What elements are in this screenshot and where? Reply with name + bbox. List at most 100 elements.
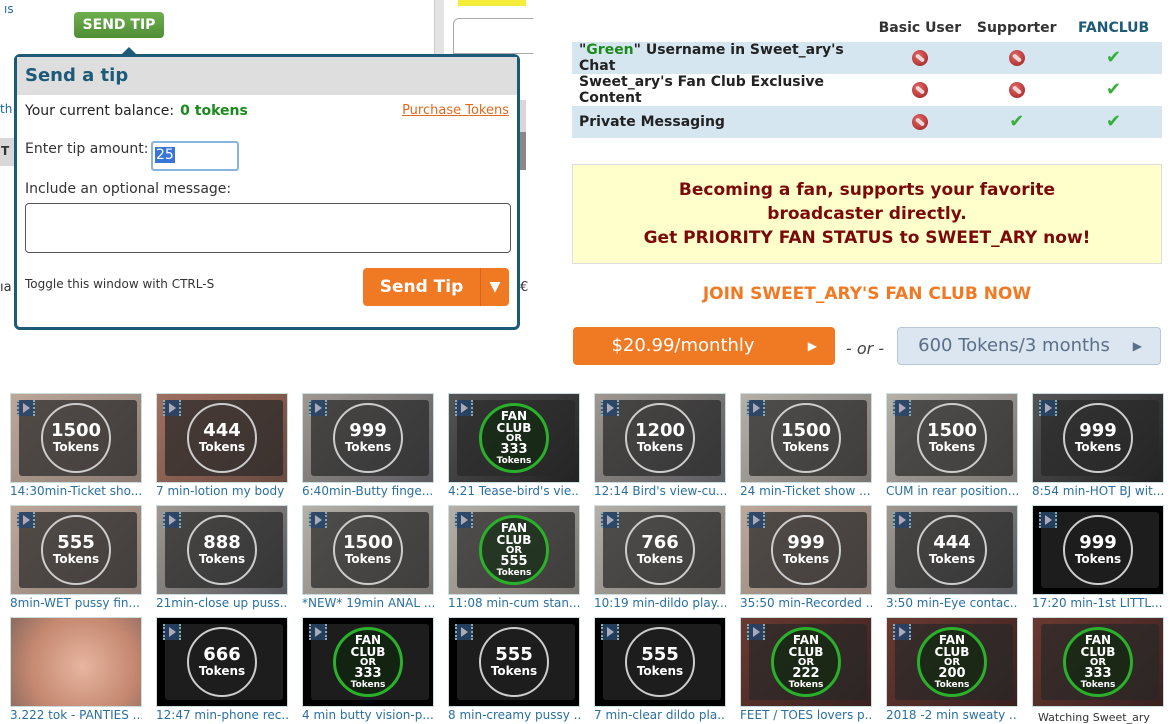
token-price-badge: 555 Tokens <box>625 627 695 697</box>
video-item[interactable]: FAN CLUB OR 333 Tokens 4 min butty vision-p..… <box>302 617 434 722</box>
send-tip-button[interactable]: Send Tip ▼ <box>363 268 509 306</box>
purchase-tokens-link[interactable]: Purchase Tokens <box>402 103 509 118</box>
video-item[interactable]: 999 Tokens 17:20 min-1st LITTL... <box>1032 505 1164 610</box>
video-item[interactable]: 999 Tokens 8:54 min-HOT BJ wit... <box>1032 393 1164 498</box>
video-thumbnail[interactable]: FAN CLUB OR 222 Tokens <box>740 617 872 707</box>
video-title[interactable]: 10:19 min-dildo play... <box>594 596 726 610</box>
video-thumbnail[interactable]: 999 Tokens <box>1032 393 1164 483</box>
checkmark-icon: ✔ <box>1106 47 1122 68</box>
video-thumbnail[interactable]: 1500 Tokens <box>10 393 142 483</box>
video-item[interactable]: 999 Tokens 6:40min-Butty finge... <box>302 393 434 498</box>
video-title[interactable]: 8:54 min-HOT BJ wit... <box>1032 484 1164 498</box>
video-thumbnail[interactable]: 555 Tokens <box>594 617 726 707</box>
tokens-price-label[interactable]: 600 Tokens/3 months <box>898 328 1130 364</box>
badge-tokens-label: Tokens <box>782 552 830 566</box>
video-item[interactable]: FAN CLUB OR 333 Tokens Watching Sweet_ary <box>1032 617 1164 724</box>
video-item[interactable]: 555 Tokens 8min-WET pussy fin... <box>10 505 142 610</box>
video-thumbnail[interactable]: 1500 Tokens <box>886 393 1018 483</box>
tokens-subscription-button[interactable]: 600 Tokens/3 months ▶ <box>897 327 1161 365</box>
video-title[interactable]: 35:50 min-Recorded ... <box>740 596 872 610</box>
video-title[interactable]: 11:08 min-cum stan... <box>448 596 580 610</box>
video-play-icon <box>17 512 35 528</box>
video-item[interactable]: 666 Tokens 12:47 min-phone rec... <box>156 617 288 722</box>
video-play-icon <box>1039 400 1057 416</box>
dropdown-caret-icon[interactable]: ▼ <box>481 268 509 306</box>
token-price-badge: 999 Tokens <box>333 403 403 473</box>
video-thumbnail[interactable]: 1500 Tokens <box>740 393 872 483</box>
video-title[interactable]: 24 min-Ticket show ... <box>740 484 872 498</box>
hover-tooltip: Watching Sweet_ary <box>1038 711 1150 724</box>
video-title[interactable]: 21min-close up puss... <box>156 596 288 610</box>
video-thumbnail[interactable]: FAN CLUB OR 333 Tokens <box>448 393 580 483</box>
video-item[interactable]: FAN CLUB OR 333 Tokens 4:21 Tease-bird's vie.… <box>448 393 580 498</box>
video-title[interactable]: *NEW* 19min ANAL ... <box>302 596 434 610</box>
video-thumbnail[interactable]: FAN CLUB OR 200 Tokens <box>886 617 1018 707</box>
video-thumbnail[interactable]: 999 Tokens <box>1032 505 1164 595</box>
badge-price: 1500 <box>342 532 394 553</box>
video-item[interactable]: FAN CLUB OR 555 Tokens 11:08 min-cum stan... <box>448 505 580 610</box>
video-item[interactable]: 1200 Tokens 12:14 Bird's view-cu... <box>594 393 726 498</box>
video-thumbnail[interactable]: FAN CLUB OR 555 Tokens <box>448 505 580 595</box>
token-price-badge: 444 Tokens <box>917 515 987 585</box>
video-item[interactable]: 444 Tokens 7 min-lotion my body <box>156 393 288 498</box>
video-item[interactable]: 1500 Tokens 14:30min-Ticket sho... <box>10 393 142 498</box>
video-thumbnail[interactable]: 1500 Tokens <box>302 505 434 595</box>
tip-amount-input[interactable]: 25 <box>151 141 239 171</box>
video-title[interactable]: 6:40min-Butty finge... <box>302 484 434 498</box>
video-item[interactable]: FAN CLUB OR 222 Tokens FEET / TOES lovers p..… <box>740 617 872 722</box>
video-title[interactable]: 4:21 Tease-bird's vie... <box>448 484 580 498</box>
video-play-icon <box>747 624 765 640</box>
video-title[interactable]: CUM in rear position... <box>886 484 1018 498</box>
video-thumbnail[interactable]: 888 Tokens <box>156 505 288 595</box>
video-thumbnail[interactable]: 555 Tokens <box>10 505 142 595</box>
video-item[interactable]: 766 Tokens 10:19 min-dildo play... <box>594 505 726 610</box>
not-allowed-icon <box>1008 50 1025 66</box>
video-thumbnail[interactable]: FAN CLUB OR 333 Tokens <box>1032 617 1164 707</box>
video-title[interactable]: 12:14 Bird's view-cu... <box>594 484 726 498</box>
video-thumbnail[interactable]: 444 Tokens <box>156 393 288 483</box>
promo-line-2: Get PRIORITY FAN STATUS to SWEET_ARY now… <box>643 228 1091 248</box>
video-title[interactable]: 3:50 min-Eye contac... <box>886 596 1018 610</box>
badge-tokens-label: Tokens <box>1080 680 1116 690</box>
video-item[interactable]: 1500 Tokens CUM in rear position... <box>886 393 1018 498</box>
video-item[interactable]: 1500 Tokens 24 min-Ticket show ... <box>740 393 872 498</box>
video-title[interactable]: 14:30min-Ticket sho... <box>10 484 142 498</box>
not-allowed-icon <box>911 114 928 130</box>
badge-tokens-label: Tokens <box>198 440 246 454</box>
video-thumbnail[interactable]: 999 Tokens <box>302 393 434 483</box>
video-title[interactable]: 17:20 min-1st LITTL... <box>1032 596 1164 610</box>
monthly-price-label[interactable]: $20.99/monthly <box>573 327 793 365</box>
tip-message-input[interactable] <box>25 203 511 253</box>
perk-text: Sweet_ary's Fan Club Exclusive Content <box>579 74 825 106</box>
video-item[interactable]: 3.222 tok - PANTIES ... <box>10 617 142 722</box>
video-item[interactable]: 888 Tokens 21min-close up puss... <box>156 505 288 610</box>
badge-price: 333 <box>354 666 382 681</box>
video-item[interactable]: 555 Tokens 7 min-clear dildo pla... <box>594 617 726 722</box>
video-item[interactable]: 444 Tokens 3:50 min-Eye contac... <box>886 505 1018 610</box>
video-title[interactable]: 7 min-lotion my body <box>156 484 288 498</box>
video-thumbnail[interactable] <box>10 617 142 707</box>
video-thumbnail[interactable]: 766 Tokens <box>594 505 726 595</box>
video-thumbnail[interactable]: 1200 Tokens <box>594 393 726 483</box>
background-text-fragment: ıs <box>4 2 14 16</box>
video-thumbnail[interactable]: 555 Tokens <box>448 617 580 707</box>
send-tip-toggle-button[interactable]: SEND TIP <box>74 12 164 38</box>
fanclub-price-badge: FAN CLUB OR 333 Tokens <box>333 627 403 697</box>
token-price-badge: 555 Tokens <box>41 515 111 585</box>
send-tip-label[interactable]: Send Tip <box>363 268 481 306</box>
video-title[interactable]: 8min-WET pussy fin... <box>10 596 142 610</box>
badge-price: 999 <box>1079 532 1117 553</box>
checkmark-icon: ✔ <box>1009 111 1025 132</box>
video-thumbnail[interactable]: 666 Tokens <box>156 617 288 707</box>
video-play-icon <box>309 624 327 640</box>
perk-text: Private Messaging <box>579 114 725 130</box>
video-item[interactable]: 555 Tokens 8 min-creamy pussy ... <box>448 617 580 722</box>
monthly-subscription-button[interactable]: $20.99/monthly ▶ <box>573 327 835 365</box>
video-thumbnail[interactable]: 444 Tokens <box>886 505 1018 595</box>
video-item[interactable]: 1500 Tokens *NEW* 19min ANAL ... <box>302 505 434 610</box>
video-thumbnail[interactable]: 999 Tokens <box>740 505 872 595</box>
video-item[interactable]: 999 Tokens 35:50 min-Recorded ... <box>740 505 872 610</box>
video-thumbnail[interactable]: FAN CLUB OR 333 Tokens <box>302 617 434 707</box>
background-scrollbar <box>434 0 444 54</box>
video-item[interactable]: FAN CLUB OR 200 Tokens 2018 -2 min sweaty ... <box>886 617 1018 722</box>
